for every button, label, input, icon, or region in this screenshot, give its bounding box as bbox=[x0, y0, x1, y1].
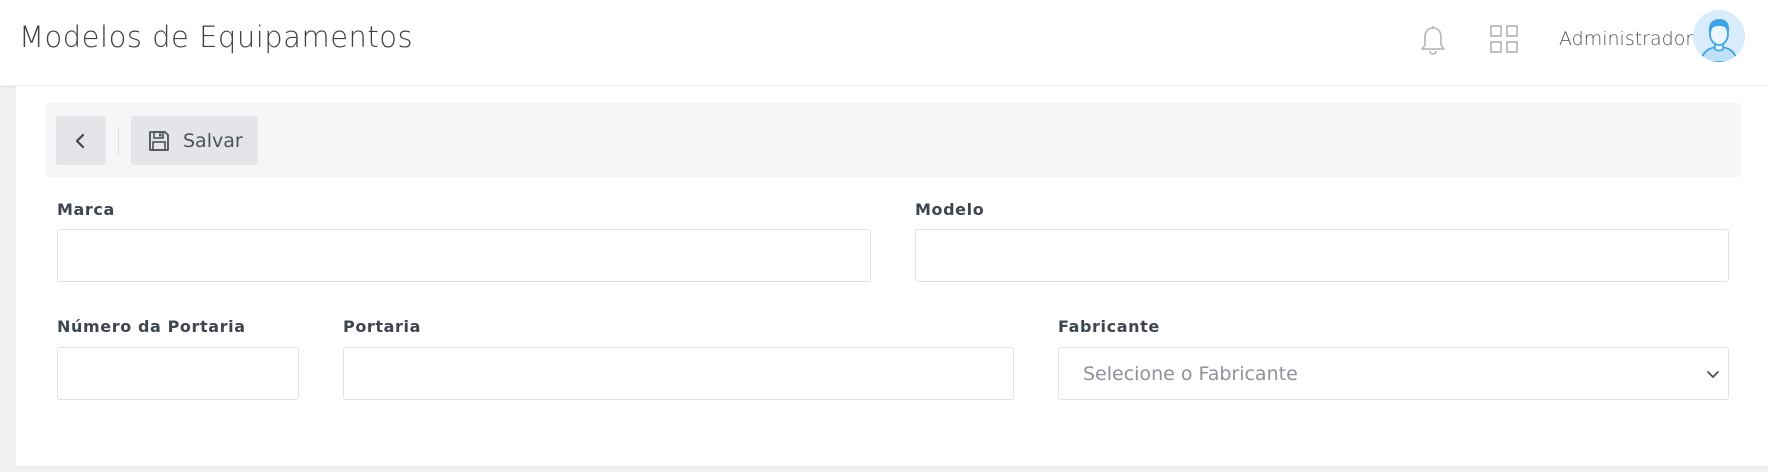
toolbar-divider bbox=[118, 126, 119, 156]
portaria-label: Portaria bbox=[343, 317, 422, 336]
save-button[interactable]: Salvar bbox=[131, 116, 258, 165]
fabricante-label: Fabricante bbox=[1058, 317, 1160, 336]
bell-icon[interactable] bbox=[1418, 24, 1448, 56]
marca-label: Marca bbox=[57, 200, 115, 219]
apps-grid-icon[interactable] bbox=[1490, 25, 1518, 53]
fabricante-select[interactable]: Selecione o Fabricante bbox=[1058, 347, 1729, 400]
form-toolbar bbox=[46, 103, 1741, 177]
modelo-input[interactable] bbox=[915, 229, 1729, 282]
floppy-disk-icon bbox=[149, 130, 169, 151]
user-avatar[interactable] bbox=[1693, 10, 1745, 62]
save-button-label: Salvar bbox=[183, 129, 243, 152]
user-name[interactable]: Administrador bbox=[1559, 28, 1693, 50]
modelo-label: Modelo bbox=[915, 200, 985, 219]
marca-input[interactable] bbox=[57, 229, 871, 282]
back-button[interactable] bbox=[56, 116, 106, 165]
chevron-down-icon bbox=[1707, 371, 1719, 378]
numero-portaria-input[interactable] bbox=[57, 347, 299, 400]
top-header: Modelos de Equipamentos Administrador bbox=[0, 0, 1768, 86]
portaria-input[interactable] bbox=[343, 347, 1014, 400]
numero-portaria-label: Número da Portaria bbox=[57, 317, 246, 336]
fabricante-select-value: Selecione o Fabricante bbox=[1083, 362, 1298, 385]
chevron-left-icon bbox=[75, 133, 85, 148]
user-avatar-icon bbox=[1693, 10, 1745, 62]
page-title: Modelos de Equipamentos bbox=[19, 20, 414, 54]
